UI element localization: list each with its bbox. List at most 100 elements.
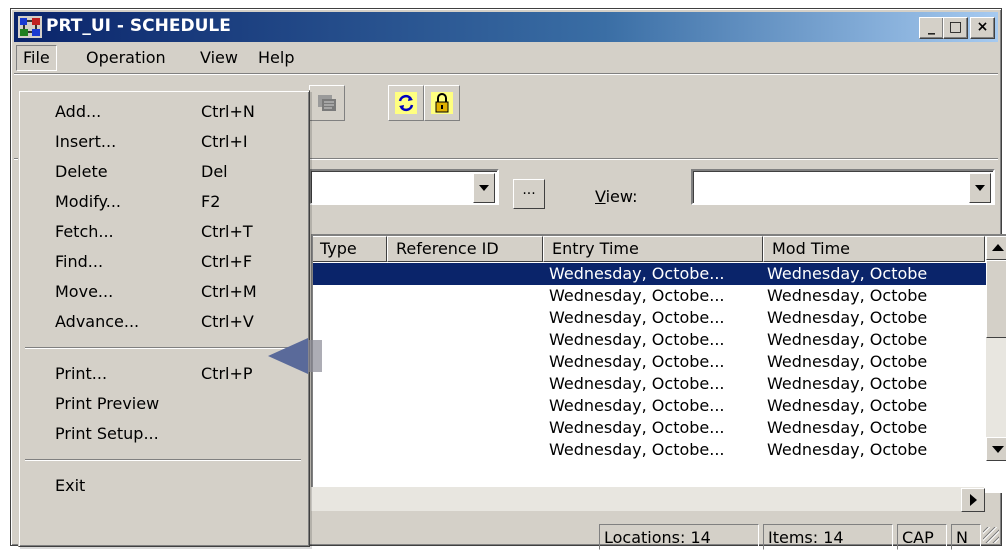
column-type[interactable]: Type (313, 236, 387, 262)
scroll-up-button[interactable] (986, 236, 1006, 260)
menu-item-find[interactable]: Find... Ctrl+F (23, 247, 303, 277)
scroll-right-button[interactable] (961, 488, 985, 512)
menu-item-shortcut: Ctrl+I (201, 132, 248, 151)
menu-item-modify[interactable]: Modify... F2 (23, 187, 303, 217)
menu-item-label: Exit (55, 476, 86, 495)
cell-mod: Wednesday, Octobe (767, 374, 928, 393)
menu-item-label: Modify... (55, 192, 121, 211)
view-label: View: (595, 187, 638, 206)
resize-grip[interactable] (983, 527, 999, 543)
browse-button[interactable]: ... (513, 179, 545, 209)
status-cap: CAP (897, 524, 947, 550)
close-button[interactable]: × (970, 17, 995, 39)
schedule-list[interactable]: Type Reference ID Entry Time Mod Time We… (311, 234, 1006, 493)
minimize-icon: _ (928, 19, 935, 35)
title-bar[interactable]: PRT_UI - SCHEDULE _ □ × (14, 12, 998, 42)
cell-entry: Wednesday, Octobe... (549, 264, 725, 283)
table-row[interactable]: Wednesday, Octobe... Wednesday, Octobe (313, 417, 1006, 439)
table-row[interactable]: Wednesday, Octobe... Wednesday, Octobe (313, 329, 1006, 351)
refresh-icon (395, 92, 417, 114)
chevron-down-icon[interactable] (473, 173, 495, 203)
cell-mod: Wednesday, Octobe (767, 352, 928, 371)
menu-item-shortcut: Ctrl+V (201, 312, 254, 331)
menu-item-add[interactable]: Add... Ctrl+N (23, 97, 303, 127)
menu-item-shortcut: Ctrl+T (201, 222, 253, 241)
cell-mod: Wednesday, Octobe (767, 396, 928, 415)
cell-mod: Wednesday, Octobe (767, 286, 928, 305)
cell-entry: Wednesday, Octobe... (549, 374, 725, 393)
cell-mod: Wednesday, Octobe (767, 330, 928, 349)
menu-separator (25, 459, 301, 461)
vertical-scrollbar[interactable] (986, 236, 1006, 461)
table-row[interactable]: Wednesday, Octobe... Wednesday, Octobe (313, 307, 1006, 329)
menu-item-shortcut: Ctrl+F (201, 252, 253, 271)
scroll-down-button[interactable] (986, 437, 1006, 461)
menu-item-label: Print Preview (55, 394, 160, 413)
menu-separator (25, 347, 301, 349)
menu-help[interactable]: Help (252, 45, 300, 71)
menu-item-advance[interactable]: Advance... Ctrl+V (23, 307, 303, 337)
menu-item-shortcut: Del (201, 162, 228, 181)
menu-item-label: Insert... (55, 132, 117, 151)
file-menu-dropdown: Add... Ctrl+N Insert... Ctrl+I Delete Del Modi… (18, 90, 310, 547)
table-row[interactable]: Wednesday, Octobe... Wednesday, Octobe (313, 285, 1006, 307)
cell-entry: Wednesday, Octobe... (549, 440, 725, 459)
toolbar-filter-button[interactable] (309, 85, 345, 121)
scroll-thumb[interactable] (986, 260, 1006, 338)
table-row[interactable]: Wednesday, Octobe... Wednesday, Octobe (313, 351, 1006, 373)
pointer-arrow-icon (268, 338, 322, 374)
filter-combo[interactable] (309, 169, 499, 205)
status-locations: Locations: 14 (599, 524, 759, 550)
cell-entry: Wednesday, Octobe... (549, 286, 725, 305)
menu-item-shortcut: Ctrl+N (201, 102, 255, 121)
menu-item-label: Move... (55, 282, 114, 301)
column-entry-time[interactable]: Entry Time (543, 236, 763, 262)
maximize-icon: □ (948, 19, 963, 35)
table-row[interactable]: Wednesday, Octobe... Wednesday, Octobe (313, 439, 1006, 461)
cell-entry: Wednesday, Octobe... (549, 418, 725, 437)
arrow-down-icon (992, 446, 1004, 453)
menu-item-delete[interactable]: Delete Del (23, 157, 303, 187)
status-num: N (951, 524, 981, 550)
menu-bar: File Operation View Help (14, 45, 998, 71)
horizontal-scrollbar[interactable] (311, 487, 985, 512)
menu-item-label: Find... (55, 252, 104, 271)
menu-item-label: Advance... (55, 312, 140, 331)
minimize-button[interactable]: _ (919, 17, 944, 39)
chevron-down-icon[interactable] (969, 173, 991, 203)
column-mod-time[interactable]: Mod Time (763, 236, 985, 262)
menu-item-shortcut: Ctrl+M (201, 282, 257, 301)
cell-entry: Wednesday, Octobe... (549, 330, 725, 349)
menu-item-label: Fetch... (55, 222, 114, 241)
maximize-button[interactable]: □ (943, 17, 968, 39)
menu-item-print-setup[interactable]: Print Setup... (23, 419, 303, 449)
cell-entry: Wednesday, Octobe... (549, 308, 725, 327)
app-icon (18, 16, 42, 38)
menu-item-shortcut: F2 (201, 192, 221, 211)
view-combo[interactable] (691, 169, 995, 205)
table-row[interactable]: Wednesday, Octobe... Wednesday, Octobe (313, 395, 1006, 417)
menu-item-print-preview[interactable]: Print Preview (23, 389, 303, 419)
arrow-up-icon (992, 244, 1004, 251)
menu-item-fetch[interactable]: Fetch... Ctrl+T (23, 217, 303, 247)
cell-entry: Wednesday, Octobe... (549, 396, 725, 415)
menu-item-insert[interactable]: Insert... Ctrl+I (23, 127, 303, 157)
cell-mod: Wednesday, Octobe (767, 418, 928, 437)
table-row[interactable]: Wednesday, Octobe... Wednesday, Octobe (313, 263, 1006, 285)
menu-item-label: Add... (55, 102, 102, 121)
menu-item-label: Delete (55, 162, 108, 181)
menu-view[interactable]: View (194, 45, 244, 71)
column-reference-id[interactable]: Reference ID (387, 236, 543, 262)
table-row[interactable]: Wednesday, Octobe... Wednesday, Octobe (313, 373, 1006, 395)
menu-item-label: Print... (55, 364, 108, 383)
lock-icon (431, 92, 453, 114)
menu-item-exit[interactable]: Exit (23, 471, 303, 501)
menu-item-shortcut: Ctrl+P (201, 364, 253, 383)
toolbar-refresh-button[interactable] (388, 85, 424, 121)
menu-operation[interactable]: Operation (80, 45, 172, 71)
cell-entry: Wednesday, Octobe... (549, 352, 725, 371)
menu-item-move[interactable]: Move... Ctrl+M (23, 277, 303, 307)
menu-file[interactable]: File (16, 45, 57, 71)
menu-item-print[interactable]: Print... Ctrl+P (23, 359, 303, 389)
toolbar-lock-button[interactable] (424, 85, 460, 121)
